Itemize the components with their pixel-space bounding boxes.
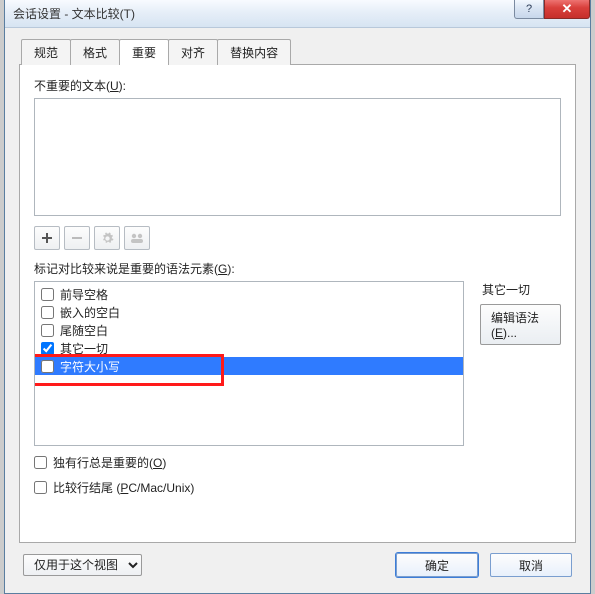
list-item-checkbox[interactable]: [41, 342, 54, 355]
close-button[interactable]: ✕: [544, 0, 590, 19]
compare-line-endings-row: 比较行结尾 (PC/Mac/Unix): [34, 479, 561, 496]
titlebar: 会话设置 - 文本比较(T) ? ✕: [5, 0, 590, 28]
list-item[interactable]: 前导空格: [35, 285, 463, 303]
gear-icon: [101, 232, 114, 245]
add-button[interactable]: [34, 226, 60, 250]
list-item[interactable]: 其它一切: [35, 339, 463, 357]
unimportant-text-input[interactable]: [34, 98, 561, 216]
tab-format[interactable]: 格式: [70, 39, 120, 65]
edit-grammar-button[interactable]: 编辑语法(E)...: [480, 304, 561, 345]
list-item-label: 字符大小写: [60, 358, 120, 375]
plus-icon: [41, 232, 53, 244]
list-item[interactable]: 尾随空白: [35, 321, 463, 339]
orphan-important-label: 独有行总是重要的(O): [53, 454, 166, 471]
grammar-listbox[interactable]: 前导空格 嵌入的空白 尾随空白 其它一切: [34, 281, 464, 446]
ok-button[interactable]: 确定: [396, 553, 478, 577]
tab-replace[interactable]: 替换内容: [217, 39, 291, 65]
scope-select[interactable]: 仅用于这个视图: [23, 554, 142, 576]
tab-importance[interactable]: 重要: [119, 39, 169, 65]
list-item-label: 其它一切: [60, 340, 108, 357]
list-toolbar: [34, 226, 561, 250]
cancel-button[interactable]: 取消: [490, 553, 572, 577]
window-title: 会话设置 - 文本比较(T): [13, 5, 135, 22]
right-column: 其它一切 编辑语法(E)...: [480, 281, 561, 446]
list-item-label: 嵌入的空白: [60, 304, 120, 321]
list-item-checkbox[interactable]: [41, 324, 54, 337]
tabstrip: 规范 格式 重要 对齐 替换内容: [19, 39, 576, 65]
remove-button[interactable]: [64, 226, 90, 250]
client-area: 规范 格式 重要 对齐 替换内容 不重要的文本(U):: [5, 28, 590, 593]
orphan-important-checkbox[interactable]: [34, 456, 47, 469]
unimportant-text-label: 不重要的文本(U):: [34, 77, 561, 94]
tab-align[interactable]: 对齐: [168, 39, 218, 65]
list-item-checkbox[interactable]: [41, 306, 54, 319]
dialog-window: 会话设置 - 文本比较(T) ? ✕ 规范 格式 重要 对齐 替换内容 不重要的…: [4, 0, 591, 594]
group-icon: [130, 232, 144, 244]
list-item-checkbox[interactable]: [41, 288, 54, 301]
window-controls: ? ✕: [514, 0, 590, 19]
list-item-checkbox[interactable]: [41, 360, 54, 373]
compare-line-endings-label: 比较行结尾 (PC/Mac/Unix): [53, 479, 194, 496]
compare-line-endings-checkbox[interactable]: [34, 481, 47, 494]
list-item-label: 前导空格: [60, 286, 108, 303]
grammar-list-label: 标记对比较来说是重要的语法元素(G):: [34, 260, 561, 277]
tab-page-importance: 不重要的文本(U):: [19, 64, 576, 543]
help-button[interactable]: ?: [514, 0, 544, 19]
settings-button[interactable]: [94, 226, 120, 250]
group-button[interactable]: [124, 226, 150, 250]
list-item[interactable]: 字符大小写: [35, 357, 463, 375]
tab-spec[interactable]: 规范: [21, 39, 71, 65]
minus-icon: [71, 232, 83, 244]
grammar-row: 前导空格 嵌入的空白 尾随空白 其它一切: [34, 281, 561, 446]
list-item-label: 尾随空白: [60, 322, 108, 339]
others-label: 其它一切: [482, 281, 561, 298]
close-icon: ✕: [562, 1, 573, 17]
dialog-footer: 仅用于这个视图 确定 取消: [19, 543, 576, 581]
list-item[interactable]: 嵌入的空白: [35, 303, 463, 321]
orphan-important-row: 独有行总是重要的(O): [34, 454, 561, 471]
